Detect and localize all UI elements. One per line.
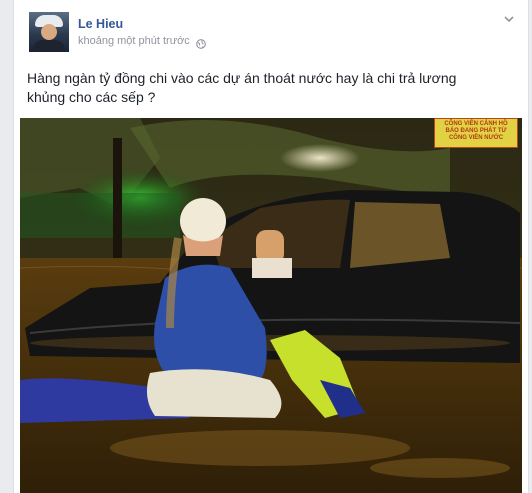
post-timestamp[interactable]: khoảng một phút trước bbox=[78, 35, 190, 47]
post-text: Hàng ngàn tỷ đồng chi vào các dự án thoá… bbox=[27, 70, 457, 105]
globe-icon[interactable] bbox=[195, 36, 206, 49]
avatar[interactable] bbox=[29, 12, 69, 52]
photo-sign: CÔNG VIÊN CẢNH HỒ BÁO ĐANG PHÁT TỪ CÔNG … bbox=[434, 118, 518, 148]
photo-sign-text: CÔNG VIÊN CẢNH HỒ BÁO ĐANG PHÁT TỪ CÔNG … bbox=[444, 121, 508, 141]
post-meta: khoảng một phút trước bbox=[78, 35, 206, 49]
chevron-down-icon bbox=[504, 10, 514, 28]
post-options-button[interactable] bbox=[502, 12, 516, 26]
author-name[interactable]: Le Hieu bbox=[78, 17, 123, 31]
post-card: Le Hieu khoảng một phút trước Hàng ngàn … bbox=[13, 0, 529, 493]
post-photo[interactable]: CÔNG VIÊN CẢNH HỒ BÁO ĐANG PHÁT TỪ CÔNG … bbox=[20, 118, 522, 493]
